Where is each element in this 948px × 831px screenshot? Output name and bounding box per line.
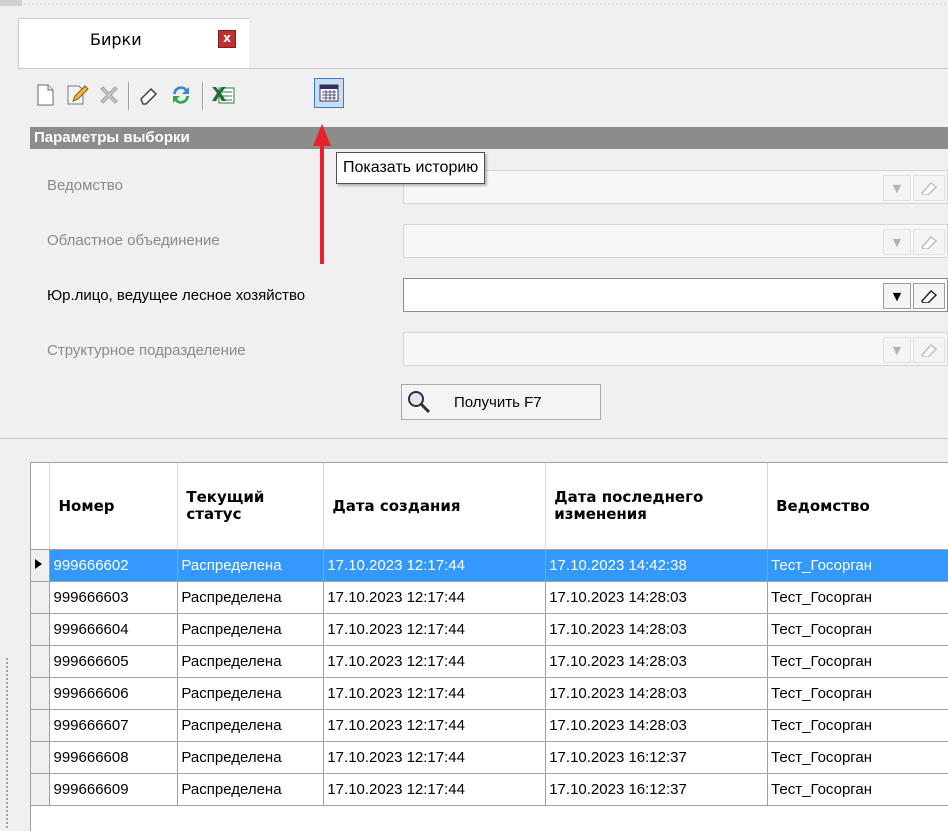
data-grid[interactable]: Номер Текущий статус Дата создания Дата … — [30, 462, 948, 831]
cell-status: Распределена — [177, 677, 325, 710]
table-row[interactable]: 999666609 Распределена 17.10.2023 12:17:… — [31, 773, 948, 806]
column-header-status[interactable]: Текущий статус — [177, 463, 325, 550]
search-icon — [406, 389, 432, 415]
refresh-icon[interactable] — [166, 80, 196, 110]
chevron-down-icon: ▼ — [883, 175, 911, 201]
field-label-legal-entity: Юр.лицо, ведущее лесное хозяйство — [47, 287, 306, 304]
cell-number: 999666605 — [49, 645, 179, 678]
toolbar — [30, 74, 948, 118]
cell-created: 17.10.2023 12:17:44 — [323, 709, 547, 742]
table-row[interactable]: 999666606 Распределена 17.10.2023 12:17:… — [31, 677, 948, 710]
toolbar-separator — [128, 82, 130, 110]
cell-number: 999666609 — [49, 773, 179, 806]
get-button[interactable]: Получить F7 — [401, 384, 601, 420]
cell-modified: 17.10.2023 16:12:37 — [545, 741, 769, 774]
tab-label: Бирки — [90, 30, 142, 49]
column-header-number[interactable]: Номер — [49, 463, 179, 550]
cell-department: Тест_Госорган — [767, 613, 948, 646]
edit-icon[interactable] — [62, 80, 92, 110]
cell-department: Тест_Госорган — [767, 677, 948, 710]
cell-department: Тест_Госорган — [767, 773, 948, 806]
cell-modified: 17.10.2023 14:28:03 — [545, 709, 769, 742]
eraser-icon[interactable] — [913, 283, 945, 309]
structural-unit-combo: ▼ — [403, 332, 948, 366]
cell-status: Распределена — [177, 581, 325, 614]
cell-created: 17.10.2023 12:17:44 — [323, 581, 547, 614]
close-icon[interactable]: x — [218, 30, 236, 48]
clear-icon[interactable] — [134, 80, 164, 110]
legal-entity-combo[interactable]: ▼ — [403, 278, 948, 312]
cell-number: 999666606 — [49, 677, 179, 710]
column-header-department[interactable]: Ведомство — [767, 463, 948, 550]
cell-modified: 17.10.2023 14:28:03 — [545, 613, 769, 646]
cell-modified: 17.10.2023 16:12:37 — [545, 773, 769, 806]
cell-created: 17.10.2023 12:17:44 — [323, 741, 547, 774]
table-row[interactable]: 999666608 Распределена 17.10.2023 12:17:… — [31, 741, 948, 774]
table-row[interactable]: 999666605 Распределена 17.10.2023 12:17:… — [31, 645, 948, 678]
cell-status: Распределена — [177, 773, 325, 806]
history-icon[interactable] — [314, 78, 344, 108]
cell-number: 999666602 — [49, 549, 179, 582]
cell-department: Тест_Госорган — [767, 581, 948, 614]
cell-number: 999666604 — [49, 613, 179, 646]
cell-modified: 17.10.2023 14:42:38 — [545, 549, 769, 582]
chevron-down-icon: ▼ — [883, 337, 911, 363]
field-label-department: Ведомство — [47, 177, 123, 194]
tooltip-show-history: Показать историю — [336, 152, 486, 184]
cell-created: 17.10.2023 12:17:44 — [323, 645, 547, 678]
chevron-down-icon[interactable]: ▼ — [883, 283, 911, 309]
toolbar-separator — [202, 82, 204, 110]
cell-modified: 17.10.2023 14:28:03 — [545, 581, 769, 614]
cell-modified: 17.10.2023 14:28:03 — [545, 677, 769, 710]
cell-created: 17.10.2023 12:17:44 — [323, 773, 547, 806]
cell-department: Тест_Госорган — [767, 645, 948, 678]
cell-department: Тест_Госорган — [767, 549, 948, 582]
cell-department: Тест_Госорган — [767, 741, 948, 774]
table-row[interactable]: 999666607 Распределена 17.10.2023 12:17:… — [31, 709, 948, 742]
cell-status: Распределена — [177, 709, 325, 742]
cell-status: Распределена — [177, 645, 325, 678]
cell-status: Распределена — [177, 613, 325, 646]
eraser-icon — [913, 337, 945, 363]
cell-department: Тест_Госорган — [767, 709, 948, 742]
table-row[interactable]: 999666604 Распределена 17.10.2023 12:17:… — [31, 613, 948, 646]
field-label-regional-association: Областное объединение — [47, 232, 220, 249]
delete-icon[interactable] — [94, 80, 124, 110]
new-icon[interactable] — [30, 80, 60, 110]
section-divider — [0, 438, 948, 439]
cell-number: 999666607 — [49, 709, 179, 742]
grid-table: Номер Текущий статус Дата создания Дата … — [31, 463, 948, 806]
cell-status: Распределена — [177, 741, 325, 774]
export-excel-icon[interactable] — [208, 80, 238, 110]
cell-status: Распределена — [177, 549, 325, 582]
annotation-arrow — [313, 124, 331, 264]
table-row[interactable]: 999666602 Распределена 17.10.2023 12:17:… — [31, 549, 948, 582]
row-pointer-icon — [31, 549, 51, 582]
tab-divider — [18, 68, 948, 69]
chevron-down-icon: ▼ — [883, 229, 911, 255]
regional-association-combo: ▼ — [403, 224, 948, 258]
cell-modified: 17.10.2023 14:28:03 — [545, 645, 769, 678]
eraser-icon — [913, 229, 945, 255]
row-indicator-header — [31, 463, 51, 550]
column-header-created[interactable]: Дата создания — [323, 463, 547, 550]
params-header: Параметры выборки — [30, 127, 948, 149]
splitter-handle[interactable] — [6, 658, 10, 828]
table-row[interactable]: 999666603 Распределена 17.10.2023 12:17:… — [31, 581, 948, 614]
eraser-icon — [913, 175, 945, 201]
top-border — [0, 0, 948, 6]
cell-number: 999666603 — [49, 581, 179, 614]
column-header-modified[interactable]: Дата последнего изменения — [545, 463, 769, 550]
cell-number: 999666608 — [49, 741, 179, 774]
cell-created: 17.10.2023 12:17:44 — [323, 613, 547, 646]
field-label-structural-unit: Структурное подразделение — [47, 342, 246, 359]
cell-created: 17.10.2023 12:17:44 — [323, 549, 547, 582]
get-button-label: Получить F7 — [454, 393, 542, 411]
cell-created: 17.10.2023 12:17:44 — [323, 677, 547, 710]
